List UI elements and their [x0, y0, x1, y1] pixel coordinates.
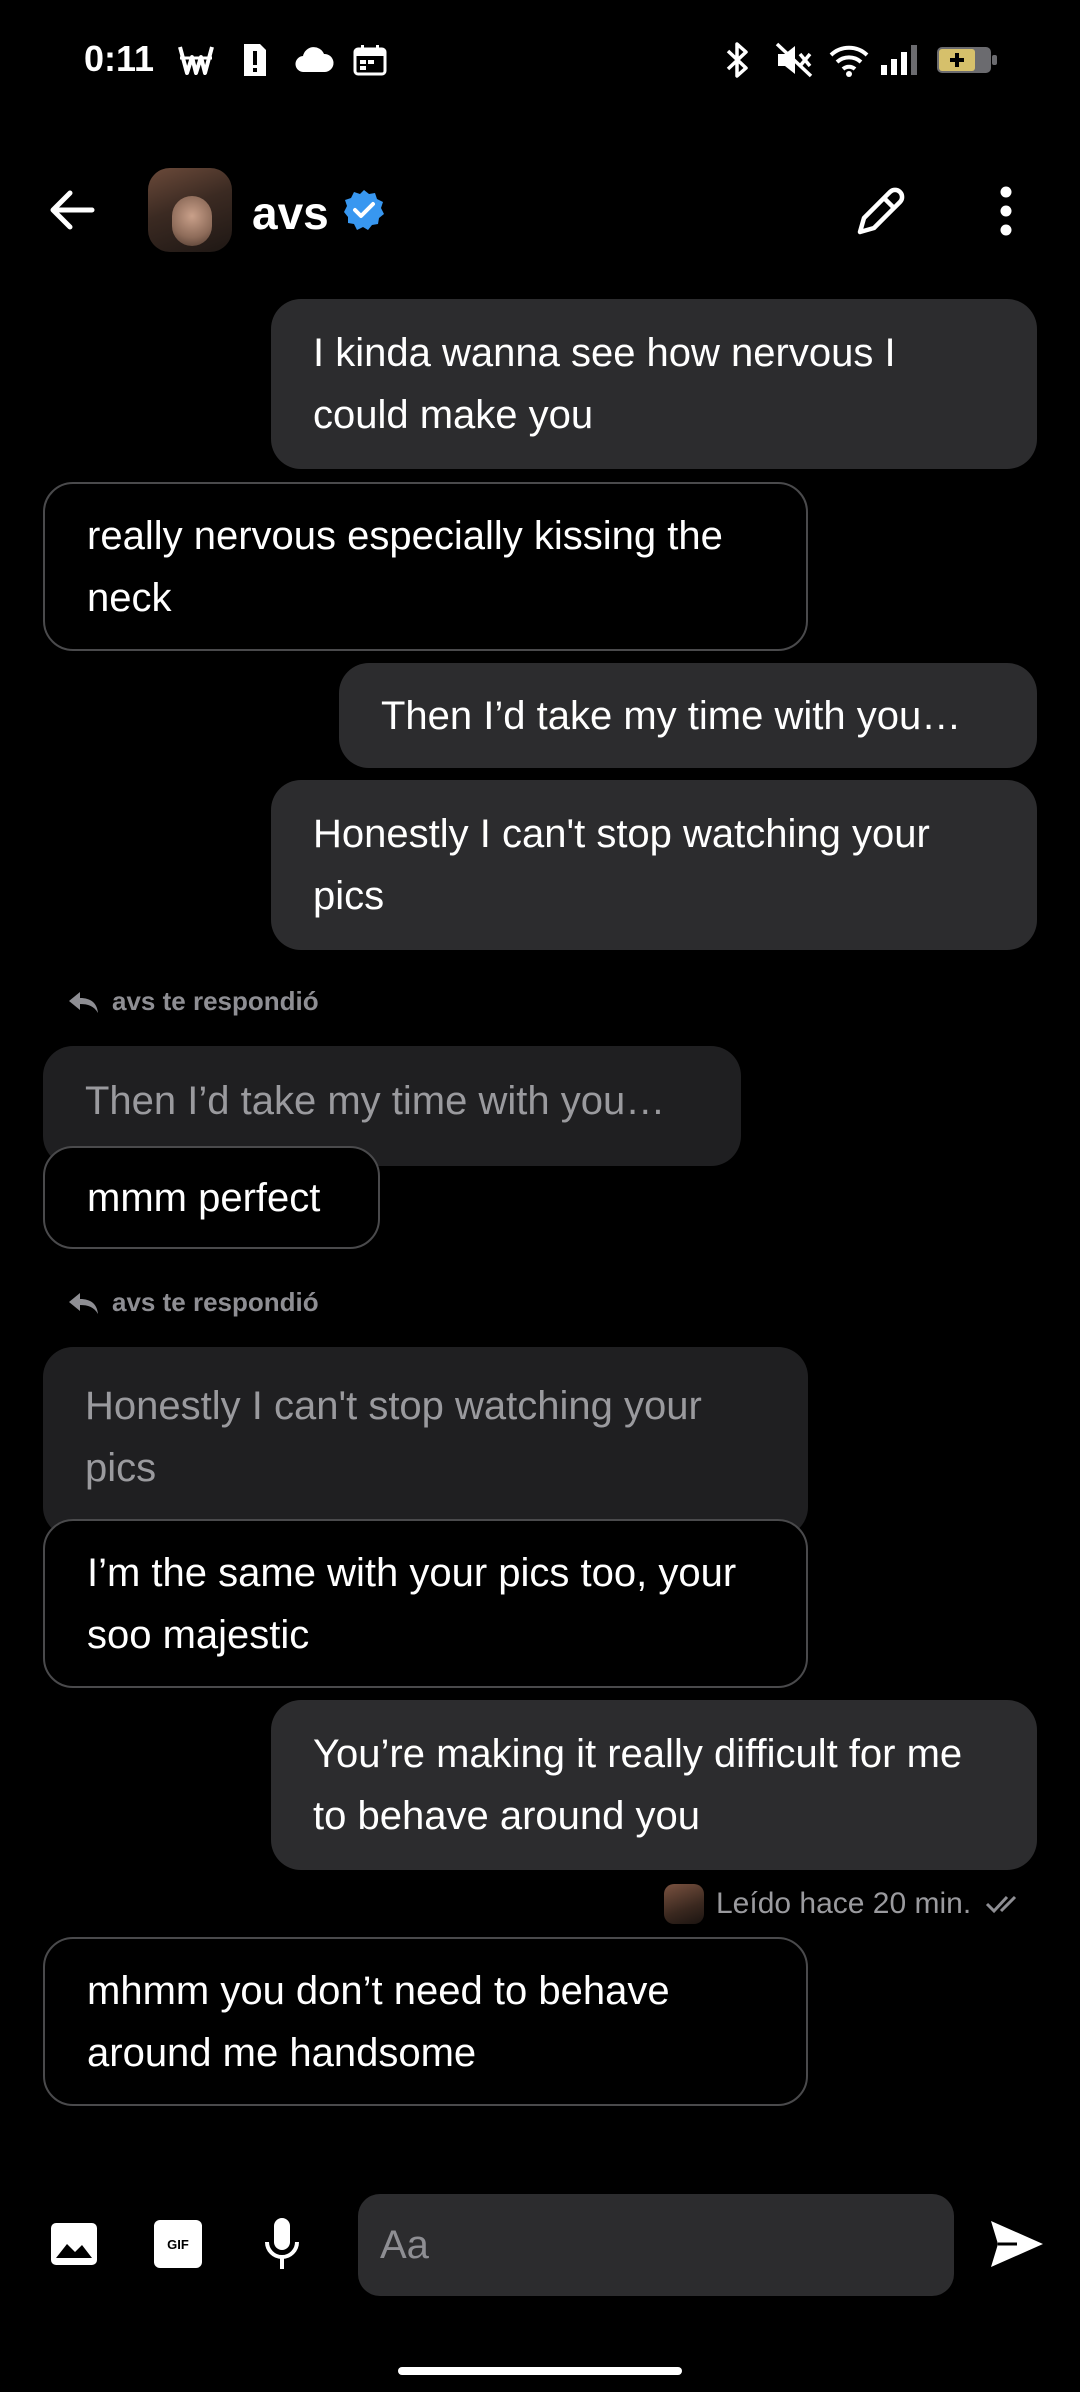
microphone-icon — [265, 2218, 299, 2269]
mute-icon — [772, 40, 816, 80]
message-input[interactable] — [358, 2194, 954, 2296]
quoted-text: Honestly I can't stop watching your pics — [85, 1384, 702, 1490]
home-indicator[interactable] — [398, 2367, 682, 2375]
message-text: really nervous especially kissing the ne… — [87, 513, 723, 620]
sim-alert-icon — [240, 40, 270, 80]
message-incoming[interactable]: mmm perfect — [43, 1146, 380, 1249]
avatar[interactable] — [148, 168, 232, 252]
reply-label: avs te respondió — [66, 986, 319, 1017]
send-icon — [991, 2221, 1043, 2267]
cloud-icon — [292, 40, 336, 80]
message-text: mmm perfect — [87, 1175, 321, 1220]
message-incoming[interactable]: I’m the same with your pics too, your so… — [43, 1519, 808, 1688]
message-outgoing[interactable]: Honestly I can't stop watching your pics — [271, 780, 1037, 950]
read-receipt-text: Leído hace 20 min. — [716, 1887, 972, 1920]
send-button[interactable] — [984, 2214, 1050, 2274]
message-outgoing[interactable]: You’re making it really difficult for me… — [271, 1700, 1037, 1870]
message-text: Honestly I can't stop watching your pics — [313, 812, 930, 918]
read-avatar — [664, 1884, 704, 1924]
reply-arrow-icon — [69, 1292, 98, 1314]
gif-icon: GIF — [154, 2220, 202, 2268]
double-check-icon — [986, 1895, 1017, 1914]
battery-icon — [934, 40, 1000, 80]
quoted-text: Then I’d take my time with you… — [85, 1079, 666, 1123]
message-text: I kinda wanna see how nervous I could ma… — [313, 331, 896, 437]
reply-arrow-icon — [69, 991, 98, 1013]
message-outgoing[interactable]: Then I’d take my time with you… — [339, 663, 1037, 768]
back-button[interactable] — [44, 180, 104, 240]
status-time: 0:11 — [84, 38, 155, 79]
reply-label: avs te respondió — [66, 1287, 319, 1318]
quoted-message[interactable]: Honestly I can't stop watching your pics — [43, 1347, 808, 1537]
signal-icon — [878, 40, 924, 80]
message-outgoing[interactable]: I kinda wanna see how nervous I could ma… — [271, 299, 1037, 469]
contact-name[interactable]: avs — [252, 186, 329, 240]
more-options-button[interactable] — [986, 180, 1026, 242]
message-input-container[interactable] — [358, 2194, 954, 2296]
more-vertical-icon — [1000, 186, 1012, 236]
verified-badge-icon — [342, 188, 386, 232]
message-incoming[interactable]: mhmm you don’t need to behave around me … — [43, 1937, 808, 2106]
gif-button[interactable]: GIF — [152, 2214, 204, 2274]
bluetooth-icon — [718, 40, 758, 80]
w-currency-icon — [176, 40, 216, 80]
pen-icon — [857, 187, 905, 235]
image-icon — [51, 2223, 97, 2265]
microphone-button[interactable] — [256, 2214, 308, 2274]
image-button[interactable] — [48, 2214, 100, 2274]
read-receipt: Leído hace 20 min. — [664, 1882, 1025, 1926]
message-text: You’re making it really difficult for me… — [313, 1732, 963, 1838]
message-text: mhmm you don’t need to behave around me … — [87, 1968, 670, 2075]
edit-button[interactable] — [850, 180, 912, 242]
wifi-icon — [826, 40, 872, 80]
calendar-icon — [350, 40, 390, 80]
message-text: Then I’d take my time with you… — [381, 693, 962, 738]
message-text: I’m the same with your pics too, your so… — [87, 1550, 737, 1657]
arrow-left-icon — [50, 190, 95, 230]
message-incoming[interactable]: really nervous especially kissing the ne… — [43, 482, 808, 651]
